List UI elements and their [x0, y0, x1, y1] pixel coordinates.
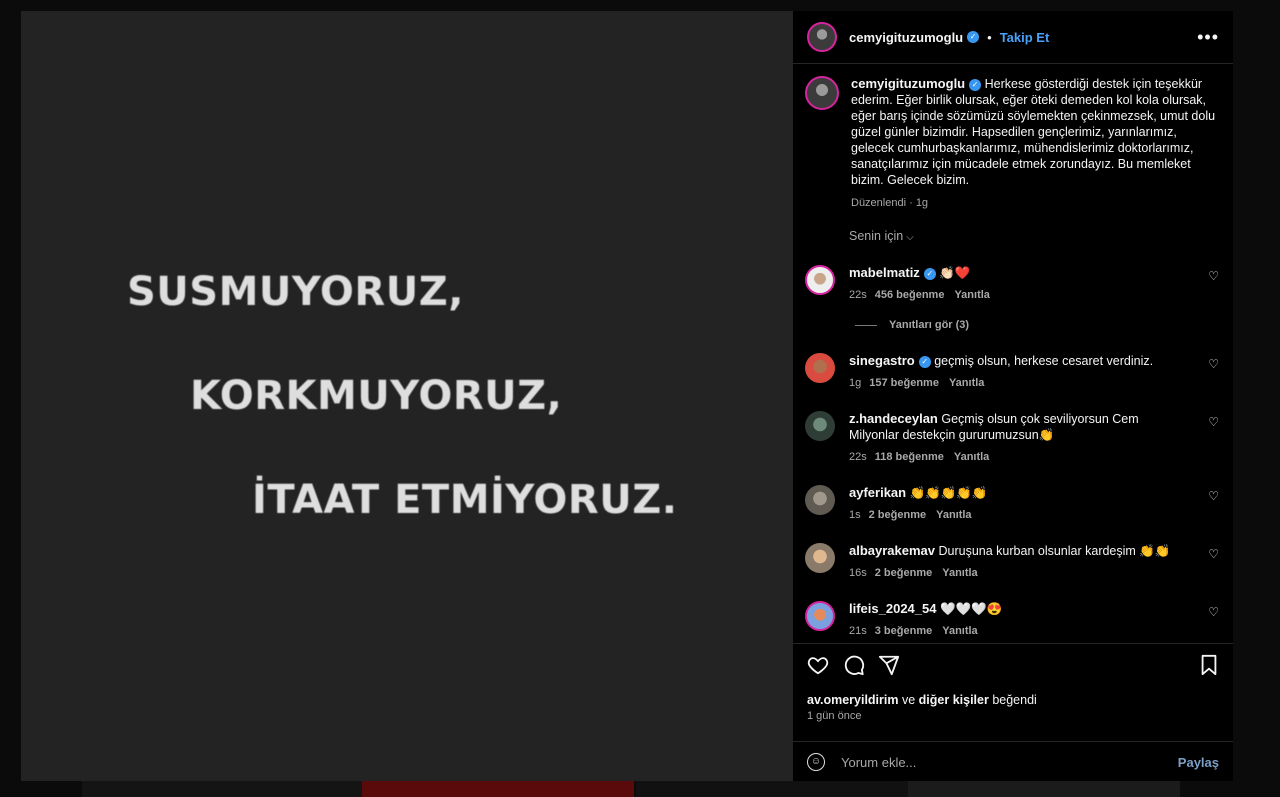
comment-item: sinegastro ✓ geçmiş olsun, herkese cesare…	[793, 353, 1233, 391]
verified-badge-icon: ✓	[923, 267, 936, 280]
background-feed-tile	[362, 781, 634, 797]
reply-button[interactable]: Yanıtla	[942, 567, 977, 579]
commenter-username[interactable]: sinegastro	[849, 353, 915, 368]
comment-text: 👏🏻❤️	[939, 266, 971, 280]
verified-badge-icon: ✓	[918, 355, 931, 368]
comment-time: 21s	[849, 625, 867, 637]
commenter-avatar[interactable]	[805, 353, 835, 383]
comment-text: Duruşuna kurban olsunlar kardeşim 👏👏	[938, 544, 1171, 558]
background-feed-tile	[636, 781, 908, 797]
comment-time: 1s	[849, 509, 861, 521]
liker-username[interactable]: av.omeryildirim	[807, 693, 898, 707]
image-text-line: SUSMUYORUZ,	[127, 269, 464, 315]
post-image: SUSMUYORUZ, KORKMUYORUZ, İTAAT ETMİYORUZ…	[21, 11, 793, 781]
view-replies-label: Yanıtları gör (3)	[889, 319, 970, 331]
follow-button[interactable]: Takip Et	[1000, 30, 1050, 45]
comment-time: 22s	[849, 289, 867, 301]
like-comment-heart-icon[interactable]: ♡	[1208, 547, 1219, 561]
comment-text: 👏👏👏👏👏	[909, 486, 988, 500]
add-comment-bar: ☺ Yorum ekle... Paylaş	[793, 741, 1233, 782]
view-replies-button[interactable]: Yanıtları gör (3)	[855, 319, 969, 331]
comment-likes[interactable]: 2 beğenme	[875, 567, 932, 579]
comment-text: geçmiş olsun, herkese cesaret verdiniz.	[934, 354, 1154, 368]
like-comment-heart-icon[interactable]: ♡	[1208, 415, 1219, 429]
comments-scroll-area[interactable]: cemyigituzumoglu ✓ Herkese gösterdiği des…	[793, 64, 1233, 642]
comment-time: 22s	[849, 451, 867, 463]
image-text-line: İTAAT ETMİYORUZ.	[252, 477, 678, 523]
likes-connector: ve	[901, 693, 916, 707]
post-header: cemyigituzumoglu ✓ • Takip Et •••	[793, 11, 1233, 64]
comment-text: 🤍🤍🤍😍	[939, 602, 1003, 616]
action-bar	[793, 643, 1233, 700]
post-sidebar: cemyigituzumoglu ✓ • Takip Et ••• cemyig…	[793, 11, 1233, 781]
caption-text: Herkese gösterdiği destek için teşekkür …	[851, 77, 1216, 187]
like-comment-heart-icon[interactable]: ♡	[1208, 605, 1219, 619]
comment-likes[interactable]: 3 beğenme	[875, 625, 932, 637]
post-timestamp: 1 gün önce	[807, 710, 862, 722]
verified-badge-icon: ✓	[967, 31, 980, 43]
share-icon[interactable]	[878, 654, 900, 676]
image-text-line: KORKMUYORUZ,	[190, 373, 563, 419]
author-avatar[interactable]	[807, 22, 837, 52]
commenter-avatar[interactable]	[805, 411, 835, 441]
chevron-down-icon: ⌵	[906, 232, 914, 243]
commenter-avatar[interactable]	[805, 543, 835, 573]
separator-dot: •	[987, 29, 992, 45]
comment-item: albayrakemav Duruşuna kurban olsunlar ka…	[793, 543, 1233, 581]
reply-button[interactable]: Yanıtla	[954, 451, 989, 463]
verified-badge-icon: ✓	[969, 78, 982, 91]
commenter-username[interactable]: z.handeceylan	[849, 411, 938, 426]
comment-icon[interactable]	[843, 654, 865, 676]
post-comment-button[interactable]: Paylaş	[1178, 755, 1219, 770]
author-username[interactable]: cemyigituzumoglu	[849, 30, 963, 45]
caption-meta: Düzenlendi · 1g	[851, 197, 929, 209]
commenter-username[interactable]: ayferikan	[849, 485, 906, 500]
likes-suffix: beğendi	[992, 693, 1037, 707]
like-comment-heart-icon[interactable]: ♡	[1208, 269, 1219, 283]
background-feed-tile	[82, 781, 362, 797]
caption-avatar[interactable]	[805, 76, 839, 110]
more-options-icon[interactable]: •••	[1197, 27, 1219, 48]
comment-likes[interactable]: 118 beğenme	[875, 451, 944, 463]
post-modal: SUSMUYORUZ, KORKMUYORUZ, İTAAT ETMİYORUZ…	[21, 11, 1233, 781]
reply-button[interactable]: Yanıtla	[954, 289, 989, 301]
comment-input[interactable]: Yorum ekle...	[841, 755, 1178, 770]
sort-dropdown[interactable]: Senin için ⌵	[849, 229, 1233, 243]
comment-time: 16s	[849, 567, 867, 579]
caption-username[interactable]: cemyigituzumoglu	[851, 76, 965, 91]
comment-item: lifeis_2024_54 🤍🤍🤍😍 21s 3 beğenme Yanıtla …	[793, 601, 1233, 639]
like-comment-heart-icon[interactable]: ♡	[1208, 489, 1219, 503]
reply-button[interactable]: Yanıtla	[942, 625, 977, 637]
commenter-username[interactable]: albayrakemav	[849, 543, 935, 558]
commenter-username[interactable]: lifeis_2024_54	[849, 601, 936, 616]
comment-item: mabelmatiz ✓ 👏🏻❤️ 22s 456 beğenme Yanıtla ♡	[793, 265, 1233, 303]
reply-button[interactable]: Yanıtla	[936, 509, 971, 521]
commenter-avatar[interactable]	[805, 485, 835, 515]
emoji-icon[interactable]: ☺	[807, 753, 825, 771]
sort-label: Senin için	[849, 229, 904, 243]
likes-summary: av.omeryildirim ve diğer kişiler beğendi	[807, 693, 1037, 707]
comment-likes[interactable]: 157 beğenme	[869, 377, 939, 389]
likers-others-link[interactable]: diğer kişiler	[919, 693, 989, 707]
comment-likes[interactable]: 2 beğenme	[869, 509, 926, 521]
divider	[855, 324, 877, 326]
commenter-username[interactable]: mabelmatiz	[849, 265, 920, 280]
like-comment-heart-icon[interactable]: ♡	[1208, 357, 1219, 371]
heart-icon[interactable]	[807, 654, 829, 676]
bookmark-icon[interactable]	[1199, 654, 1219, 676]
background-feed-tile	[908, 781, 1180, 797]
reply-button[interactable]: Yanıtla	[949, 377, 984, 389]
comment-time: 1g	[849, 377, 862, 389]
comment-item: z.handeceylan Geçmiş olsun çok seviliyor…	[793, 411, 1233, 465]
commenter-avatar[interactable]	[805, 265, 835, 295]
comment-likes[interactable]: 456 beğenme	[875, 289, 945, 301]
comment-item: ayferikan 👏👏👏👏👏 1s 2 beğenme Yanıtla ♡	[793, 485, 1233, 523]
commenter-avatar[interactable]	[805, 601, 835, 631]
post-caption: cemyigituzumoglu ✓ Herkese gösterdiği des…	[793, 64, 1233, 211]
